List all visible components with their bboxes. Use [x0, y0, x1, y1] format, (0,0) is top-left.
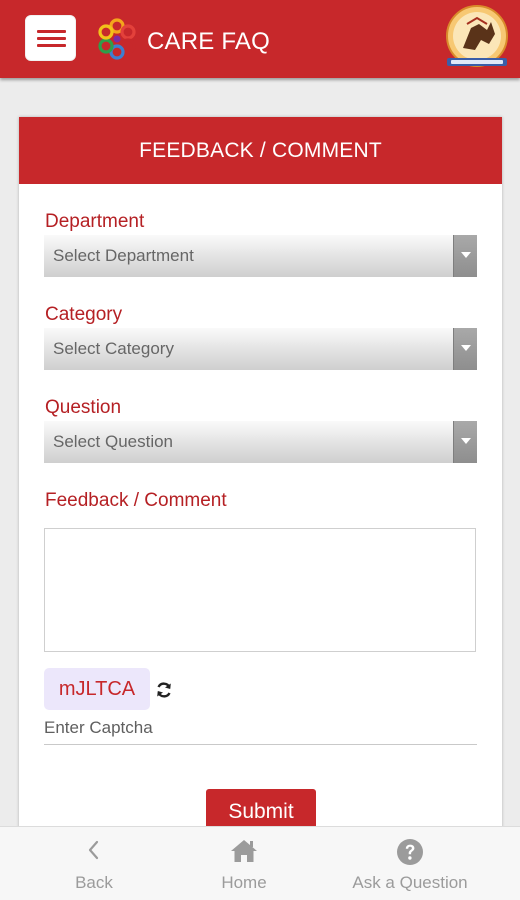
- bottom-nav: Back Home Ask a Question: [0, 826, 520, 900]
- question-circle-icon: [397, 839, 423, 865]
- department-select-value: Select Department: [53, 246, 194, 265]
- category-select-value: Select Category: [53, 339, 174, 358]
- chevron-down-icon: [453, 235, 477, 277]
- category-label: Category: [45, 304, 123, 325]
- question-label: Question: [45, 397, 122, 418]
- question-select-value: Select Question: [53, 432, 174, 451]
- nav-ask-question-label: Ask a Question: [352, 873, 468, 892]
- form-title: FEEDBACK / COMMENT: [19, 117, 502, 184]
- nav-back-label: Back: [75, 873, 113, 892]
- nav-home-label: Home: [221, 873, 267, 892]
- government-emblem-logo: [446, 5, 508, 67]
- department-select[interactable]: Select Department: [44, 235, 477, 277]
- menu-button[interactable]: [25, 15, 76, 61]
- feedback-card: FEEDBACK / COMMENT Department Select Dep…: [19, 117, 502, 877]
- nav-back[interactable]: Back: [44, 827, 144, 900]
- home-icon: [231, 840, 257, 862]
- refresh-icon[interactable]: [154, 680, 174, 700]
- nav-home[interactable]: Home: [194, 827, 294, 900]
- hamburger-menu-icon: [37, 30, 66, 33]
- chevron-down-icon: [453, 421, 477, 463]
- app-header: CARE FAQ: [0, 0, 520, 78]
- nav-ask-question[interactable]: Ask a Question: [340, 827, 480, 900]
- question-select[interactable]: Select Question: [44, 421, 477, 463]
- department-label: Department: [45, 211, 145, 232]
- captcha-input[interactable]: [44, 712, 477, 745]
- care-flower-logo-icon: [98, 18, 136, 60]
- feedback-textarea[interactable]: [44, 528, 476, 652]
- app-title: CARE FAQ: [147, 28, 270, 55]
- chevron-down-icon: [453, 328, 477, 370]
- captcha-code: mJLTCA: [44, 668, 150, 710]
- category-select[interactable]: Select Category: [44, 328, 477, 370]
- feedback-label: Feedback / Comment: [45, 490, 227, 511]
- chevron-left-icon: [88, 840, 99, 860]
